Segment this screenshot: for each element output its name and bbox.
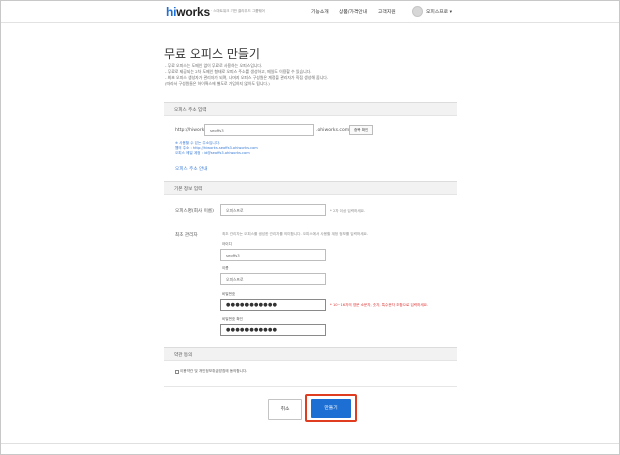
admin-id-label: 아이디 (222, 242, 232, 246)
company-name-label: 오피스명(회사 이름) (175, 209, 214, 214)
nav-pricing[interactable]: 상품/가격안내 (339, 8, 367, 15)
user-menu[interactable]: 오피스프로 ▾ (426, 8, 452, 15)
password-label: 비밀번호 (222, 292, 236, 296)
check-duplicate-button[interactable]: 중복 확인 (349, 125, 374, 135)
nav-features[interactable]: 기능소개 (311, 8, 329, 15)
cancel-button[interactable]: 취소 (268, 399, 302, 420)
hiworks-logo[interactable]: hiworks (166, 5, 210, 19)
address-guide-link[interactable]: 오피스 주소 안내 (175, 166, 208, 172)
admin-label: 최초 관리자 (175, 233, 198, 238)
divider (164, 386, 457, 387)
agree-checkbox[interactable] (175, 370, 179, 374)
nav-support[interactable]: 고객지원 (378, 8, 396, 15)
top-header: hiworks · 스마트워크 기반 클라우드 그룹웨어 기능소개 상품/가격안… (1, 1, 619, 23)
user-avatar[interactable] (412, 6, 423, 17)
address-section-header: 오피스 주소 입력 (164, 102, 457, 116)
admin-name-label: 이름 (222, 266, 229, 270)
terms-section-header: 약관 동의 (164, 347, 457, 361)
create-button[interactable]: 만들기 (311, 399, 351, 418)
admin-id-input[interactable]: seoffs3 (220, 249, 326, 261)
admin-description: 최초 관리자는 오피스를 생성한 관리자를 의미합니다. 오피스에서 사용할 계… (222, 232, 368, 236)
password-hint: * 10~16자의 영문 소문자, 숫자, 특수문자 조합으로 입력하세요. (330, 303, 429, 307)
basic-info-section-header: 기본 정보 입력 (164, 181, 457, 195)
agree-text[interactable]: 이용약관 및 개인정보취급방침에 동의합니다. (180, 369, 247, 374)
page-note: (따라서 구성원들은 하이웍스에 별도로 가입하지 않아도 됩니다.) (165, 81, 270, 86)
footer-divider (1, 443, 619, 444)
company-name-hint: * 2자 이상 입력하세요. (330, 209, 366, 213)
password-input[interactable]: ●●●●●●●●●●● (220, 299, 326, 311)
admin-name-input[interactable]: 오피스프로 (220, 273, 326, 285)
address-suffix: .ohiworks.com (316, 128, 350, 133)
password-confirm-label: 비밀번호 확인 (222, 317, 243, 321)
address-hint-mail: 오피스 메일 계정 : id@seoffs3.ohiworks.com (175, 151, 250, 155)
office-address-input[interactable]: seoffs3 (204, 124, 314, 136)
page-title: 무료 오피스 만들기 (164, 47, 260, 61)
company-name-input[interactable]: 오피스프로 (220, 204, 326, 216)
logo-tagline: · 스마트워크 기반 클라우드 그룹웨어 (211, 9, 265, 13)
password-confirm-input[interactable]: ●●●●●●●●●●● (220, 324, 326, 336)
